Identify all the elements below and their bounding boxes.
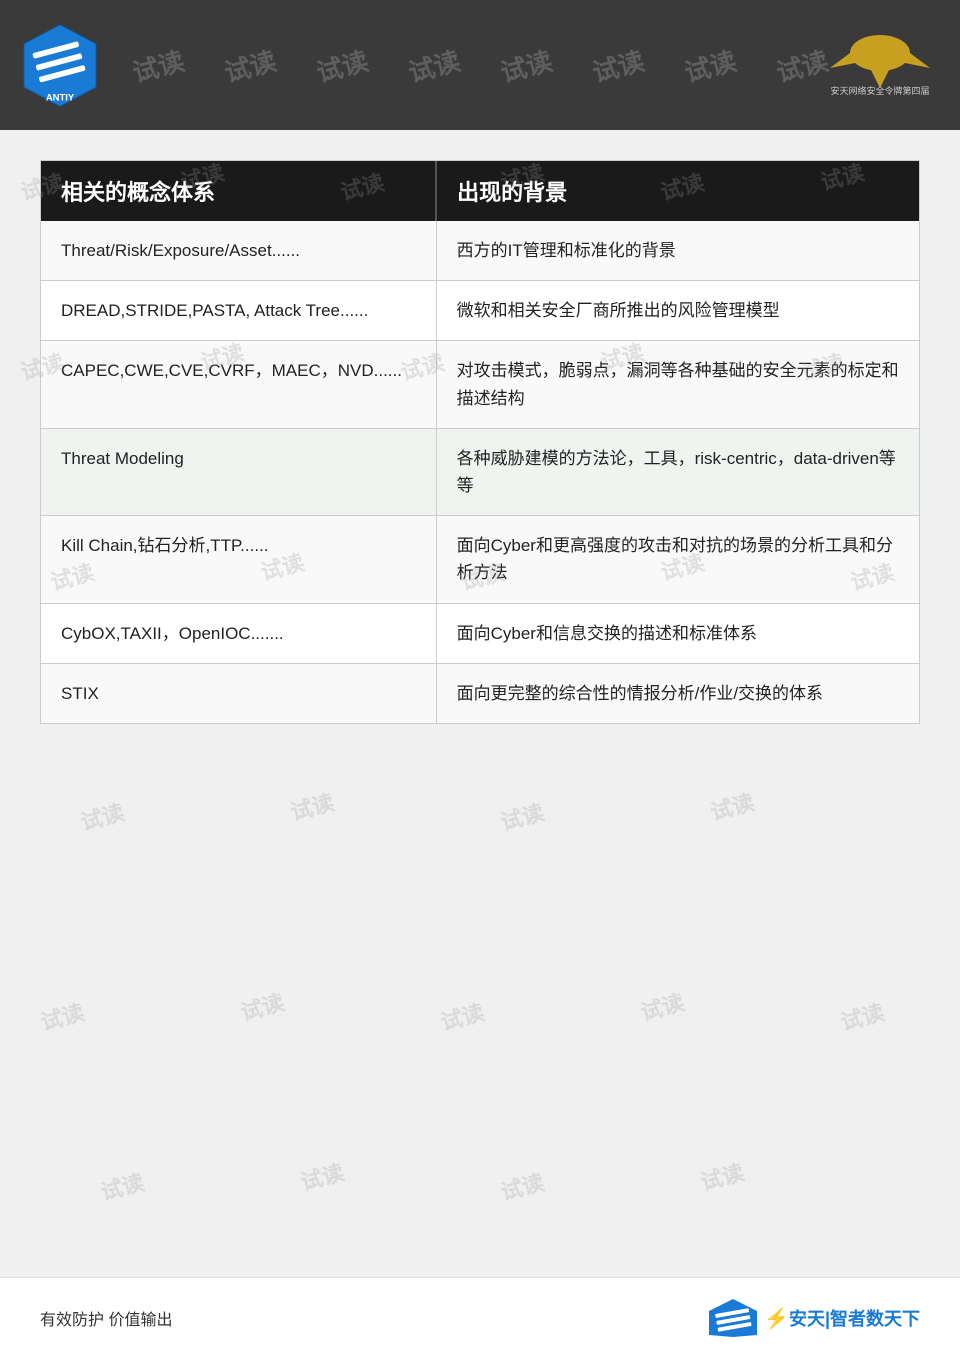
table-header-row: 相关的概念体系 出现的背景 <box>41 161 919 221</box>
cell-left-6: STIX <box>41 663 436 723</box>
header-wm-1: 试读 <box>128 40 188 89</box>
col-right-header: 出现的背景 <box>436 161 919 221</box>
footer: 有效防护 价值输出 ⚡安天|智者数天下 <box>0 1277 960 1357</box>
wm-25: 试读 <box>837 995 888 1037</box>
header-wm-7: 试读 <box>680 40 740 89</box>
header-wm-3: 试读 <box>312 40 372 89</box>
cell-left-0: Threat/Risk/Exposure/Asset...... <box>41 221 436 281</box>
footer-slogan: 有效防护 价值输出 <box>40 1306 172 1330</box>
wm-18: 试读 <box>287 785 338 827</box>
table-row: DREAD,STRIDE,PASTA, Attack Tree......微软和… <box>41 281 919 341</box>
cell-left-1: DREAD,STRIDE,PASTA, Attack Tree...... <box>41 281 436 341</box>
cell-left-3: Threat Modeling <box>41 428 436 515</box>
concept-table: 相关的概念体系 出现的背景 Threat/Risk/Exposure/Asset… <box>41 161 919 723</box>
header-logo-left: ANTIY <box>20 23 100 108</box>
wm-22: 试读 <box>237 985 288 1027</box>
wm-19: 试读 <box>497 795 548 837</box>
cell-right-2: 对攻击模式，脆弱点，漏洞等各种基础的安全元素的标定和描述结构 <box>436 341 919 428</box>
wm-17: 试读 <box>77 795 128 837</box>
wm-26: 试读 <box>97 1165 148 1207</box>
cell-right-3: 各种威胁建模的方法论，工具，risk-centric，data-driven等等 <box>436 428 919 515</box>
table-row: CybOX,TAXII，OpenIOC.......面向Cyber和信息交换的描… <box>41 603 919 663</box>
header-wm-6: 试读 <box>588 40 648 89</box>
wm-20: 试读 <box>707 785 758 827</box>
header-wm-5: 试读 <box>496 40 556 89</box>
cell-right-0: 西方的IT管理和标准化的背景 <box>436 221 919 281</box>
cell-left-4: Kill Chain,钻石分析,TTP...... <box>41 516 436 603</box>
wm-27: 试读 <box>297 1155 348 1197</box>
header-wm-8: 试读 <box>772 40 832 89</box>
svg-text:ANTIY: ANTIY <box>46 92 75 103</box>
footer-logo: ⚡安天|智者数天下 <box>708 1298 920 1338</box>
wm-28: 试读 <box>497 1165 548 1207</box>
table-row: Threat Modeling各种威胁建模的方法论，工具，risk-centri… <box>41 428 919 515</box>
cell-right-4: 面向Cyber和更高强度的攻击和对抗的场景的分析工具和分析方法 <box>436 516 919 603</box>
main-content: 相关的概念体系 出现的背景 Threat/Risk/Exposure/Asset… <box>40 160 920 724</box>
table-row: CAPEC,CWE,CVE,CVRF，MAEC，NVD......对攻击模式，脆… <box>41 341 919 428</box>
wm-29: 试读 <box>697 1155 748 1197</box>
cell-left-2: CAPEC,CWE,CVE,CVRF，MAEC，NVD...... <box>41 341 436 428</box>
cell-right-6: 面向更完整的综合性的情报分析/作业/交换的体系 <box>436 663 919 723</box>
header-wm-2: 试读 <box>220 40 280 89</box>
table-row: Threat/Risk/Exposure/Asset......西方的IT管理和… <box>41 221 919 281</box>
header-wm-4: 试读 <box>404 40 464 89</box>
header: ANTIY 试读 试读 试读 试读 试读 试读 试读 试读 安天网络安全令牌第四… <box>0 0 960 130</box>
table-row: Kill Chain,钻石分析,TTP......面向Cyber和更高强度的攻击… <box>41 516 919 603</box>
header-watermarks: 试读 试读 试读 试读 试读 试读 试读 试读 <box>0 0 960 130</box>
wm-23: 试读 <box>437 995 488 1037</box>
cell-right-1: 微软和相关安全厂商所推出的风险管理模型 <box>436 281 919 341</box>
cell-left-5: CybOX,TAXII，OpenIOC....... <box>41 603 436 663</box>
footer-logo-text: ⚡安天|智者数天下 <box>764 1305 920 1331</box>
table-row: STIX面向更完整的综合性的情报分析/作业/交换的体系 <box>41 663 919 723</box>
wm-24: 试读 <box>637 985 688 1027</box>
wm-21: 试读 <box>37 995 88 1037</box>
cell-right-5: 面向Cyber和信息交换的描述和标准体系 <box>436 603 919 663</box>
col-left-header: 相关的概念体系 <box>41 161 436 221</box>
